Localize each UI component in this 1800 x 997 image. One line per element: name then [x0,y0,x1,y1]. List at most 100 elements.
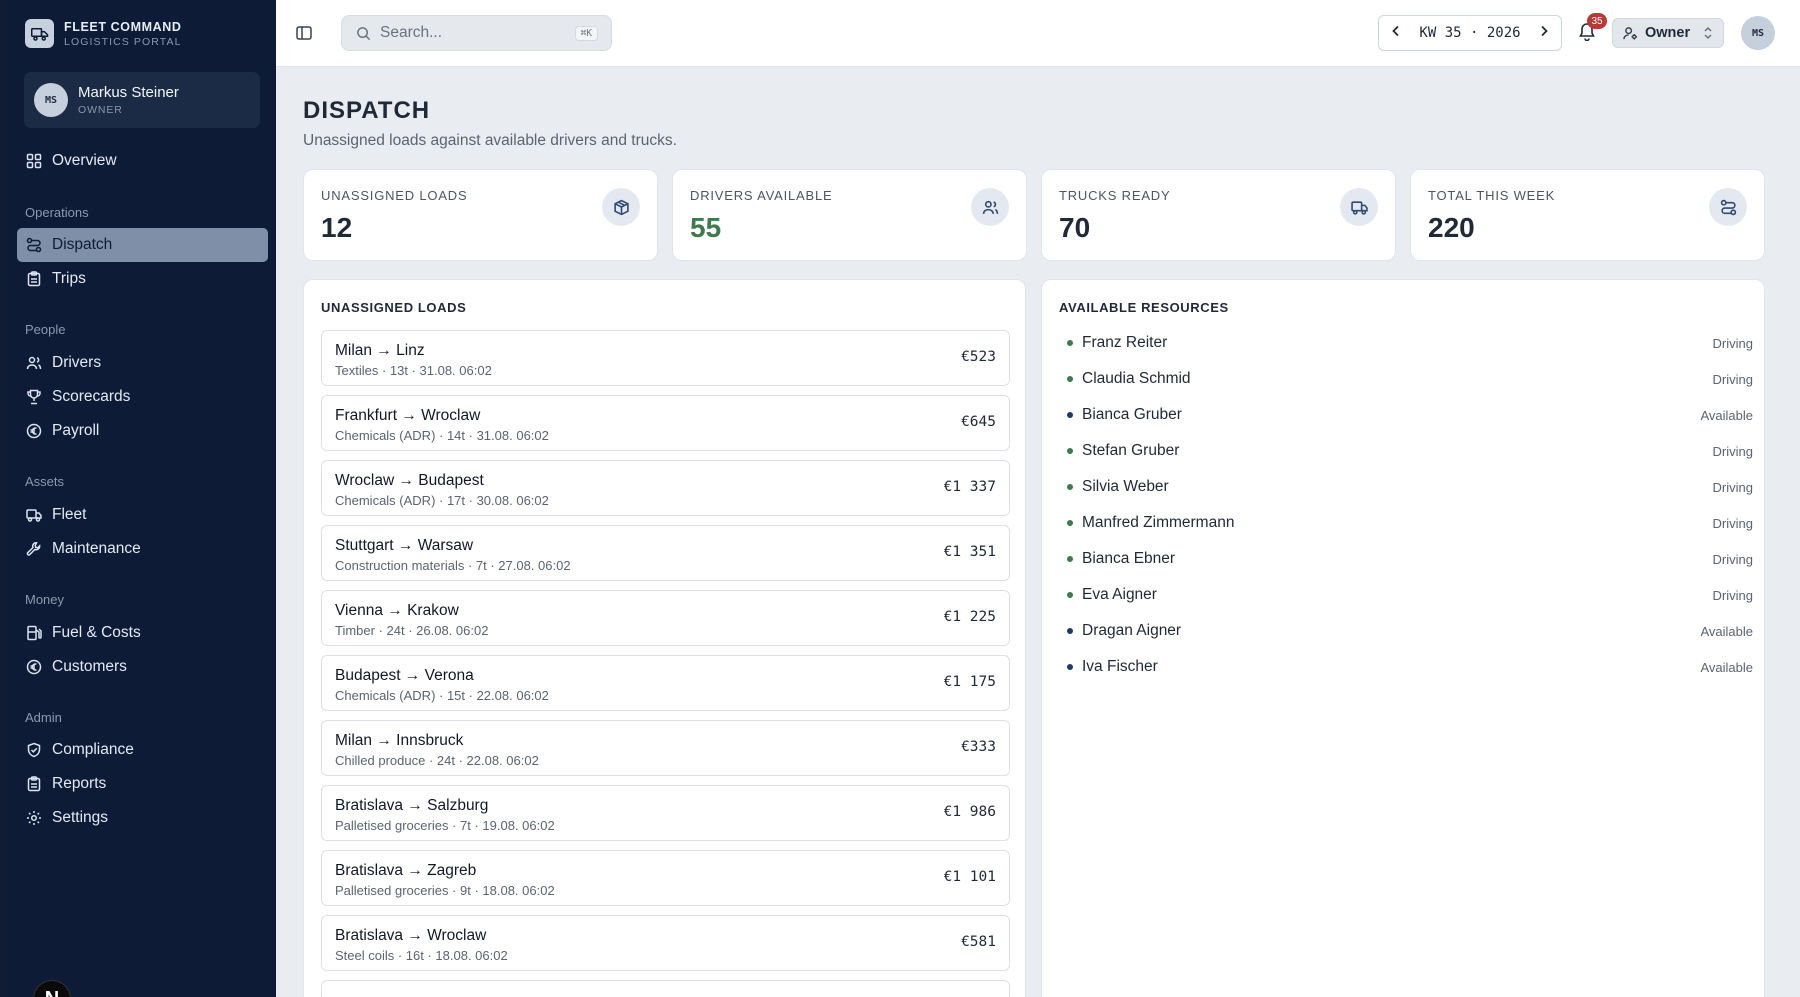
status-dot [1067,556,1073,562]
load-row[interactable]: Budapest → Verona Chemicals (ADR) · 15t … [321,655,1010,711]
status-dot [1067,448,1073,454]
sidebar-item-settings[interactable]: Settings [17,801,268,835]
shield-check-icon [27,742,41,758]
load-row[interactable]: Bratislava → Salzburg Palletised groceri… [321,785,1010,841]
load-price: €1 337 [943,479,996,495]
resource-row[interactable]: Claudia Schmid Driving [1059,368,1761,392]
load-row[interactable]: Stuttgart → Warsaw Construction material… [321,525,1010,581]
sidebar-item-fleet[interactable]: Fleet [17,498,268,532]
load-row[interactable]: Milan → Linz Textiles · 13t · 31.08. 06:… [321,330,1010,386]
status-dot [1067,376,1073,382]
sidebar: FLEET COMMAND LOGISTICS PORTAL MS Markus… [8,0,276,997]
sidebar-item-scorecards[interactable]: Scorecards [17,380,268,414]
resource-name: Bianca Gruber [1082,406,1182,423]
nav-section-people: People [25,322,66,337]
sidebar-item-maintenance[interactable]: Maintenance [17,532,268,566]
nav-section-assets: Assets [25,474,65,489]
sidebar-item-trips[interactable]: Trips [17,262,268,296]
stat-card-drivers-available: DRIVERS AVAILABLE 55 [672,169,1027,261]
avatar[interactable]: MS [1741,16,1775,50]
resource-status: Available [1700,408,1753,423]
sidebar-item-label: Fleet [52,506,87,523]
resource-row[interactable]: Bianca Ebner Driving [1059,548,1761,572]
resource-name: Stefan Gruber [1082,442,1180,459]
load-route: Bratislava → Salzburg [335,797,489,814]
brand-subtitle: LOGISTICS PORTAL [64,35,182,48]
week-label: KW 35 · 2026 [1419,25,1521,41]
resource-row[interactable]: Franz Reiter Driving [1059,332,1761,356]
page-title: DISPATCH [303,97,431,124]
sidebar-item-reports[interactable]: Reports [17,767,268,801]
load-price: €1 101 [943,869,996,885]
chevron-right-icon[interactable] [1537,24,1551,43]
page-subtitle: Unassigned loads against available drive… [303,132,677,149]
stat-value: 12 [321,212,353,243]
available-resources-panel: AVAILABLE RESOURCES Franz Reiter Driving… [1041,279,1765,997]
resource-row[interactable]: Silvia Weber Driving [1059,476,1761,500]
stat-value: 55 [690,212,722,243]
load-row[interactable]: Vienna → Krakow Timber · 24t · 26.08. 06… [321,590,1010,646]
load-row[interactable]: Bratislava → Zagreb Palletised groceries… [321,850,1010,906]
load-route: Milan → Linz [335,342,425,359]
nav-section-admin: Admin [25,710,62,725]
load-row[interactable]: Frankfurt → Wroclaw Chemicals (ADR) · 14… [321,395,1010,451]
users-icon [26,356,42,370]
sidebar-item-drivers[interactable]: Drivers [17,346,268,380]
sidebar-item-label: Payroll [52,422,100,439]
resource-status: Driving [1712,588,1753,603]
user-role: OWNER [78,104,123,116]
avatar: MS [34,83,68,117]
main-content: Search... ⌘K KW 35 · 2026 35 Owner MS DI… [276,0,1800,997]
sidebar-item-label: Maintenance [52,540,141,557]
route-icon [26,237,42,253]
resource-row[interactable]: Eva Aigner Driving [1059,584,1761,608]
chevron-left-icon[interactable] [1389,24,1403,43]
resource-name: Manfred Zimmermann [1082,514,1235,531]
sidebar-item-compliance[interactable]: Compliance [17,733,268,767]
chevron-updown-icon [1702,25,1714,45]
resource-name: Franz Reiter [1082,334,1168,351]
sidebar-item-payroll[interactable]: Payroll [17,414,268,448]
resource-row[interactable]: Dragan Aigner Available [1059,620,1761,644]
load-row[interactable]: Milan → Innsbruck Chilled produce · 24t … [321,720,1010,776]
sidebar-item-customers[interactable]: Customers [17,650,268,684]
panel-title: AVAILABLE RESOURCES [1059,300,1229,315]
unassigned-loads-panel: UNASSIGNED LOADS Milan → Linz Textiles ·… [303,279,1026,997]
clipboard-icon [27,271,41,287]
sidebar-item-fuel[interactable]: Fuel & Costs [17,616,268,650]
search-placeholder: Search... [380,24,443,41]
stat-value: 220 [1428,212,1475,243]
load-row[interactable]: Bratislava → Wroclaw Steel coils · 16t ·… [321,915,1010,971]
role-select-label: Owner [1645,25,1691,41]
nav-section-money: Money [25,592,65,607]
load-row-partial[interactable] [321,980,1010,997]
user-card[interactable]: MS Markus Steiner OWNER [24,72,260,128]
load-row[interactable]: Wroclaw → Budapest Chemicals (ADR) · 17t… [321,460,1010,516]
stat-card-trucks-ready: TRUCKS READY 70 [1041,169,1396,261]
resource-row[interactable]: Manfred Zimmermann Driving [1059,512,1761,536]
load-meta: Palletised groceries · 7t · 19.08. 06:02 [335,818,555,833]
sidebar-item-label: Overview [52,152,117,169]
load-price: €333 [961,739,996,755]
panel-title: UNASSIGNED LOADS [321,300,467,315]
euro-icon [26,659,42,675]
topbar: Search... ⌘K KW 35 · 2026 35 Owner MS [276,0,1800,67]
role-select[interactable]: Owner [1612,18,1724,48]
resource-row[interactable]: Iva Fischer Available [1059,656,1761,680]
resource-status: Driving [1712,552,1753,567]
gear-icon [27,811,41,825]
resource-row[interactable]: Bianca Gruber Available [1059,404,1761,428]
sidebar-item-label: Settings [52,809,109,826]
search-input[interactable]: Search... ⌘K [341,15,612,51]
sidebar-item-overview[interactable]: Overview [17,144,268,178]
sidebar-item-dispatch[interactable]: Dispatch [17,228,268,262]
load-price: €645 [961,414,996,430]
sidebar-toggle-icon[interactable] [295,24,313,47]
load-route: Bratislava → Wroclaw [335,927,487,944]
brand[interactable]: FLEET COMMAND LOGISTICS PORTAL [25,19,182,48]
clipboard-icon [27,776,41,792]
sidebar-item-label: Fuel & Costs [52,624,141,641]
search-shortcut: ⌘K [574,26,598,41]
route-icon [1709,188,1747,226]
resource-row[interactable]: Stefan Gruber Driving [1059,440,1761,464]
